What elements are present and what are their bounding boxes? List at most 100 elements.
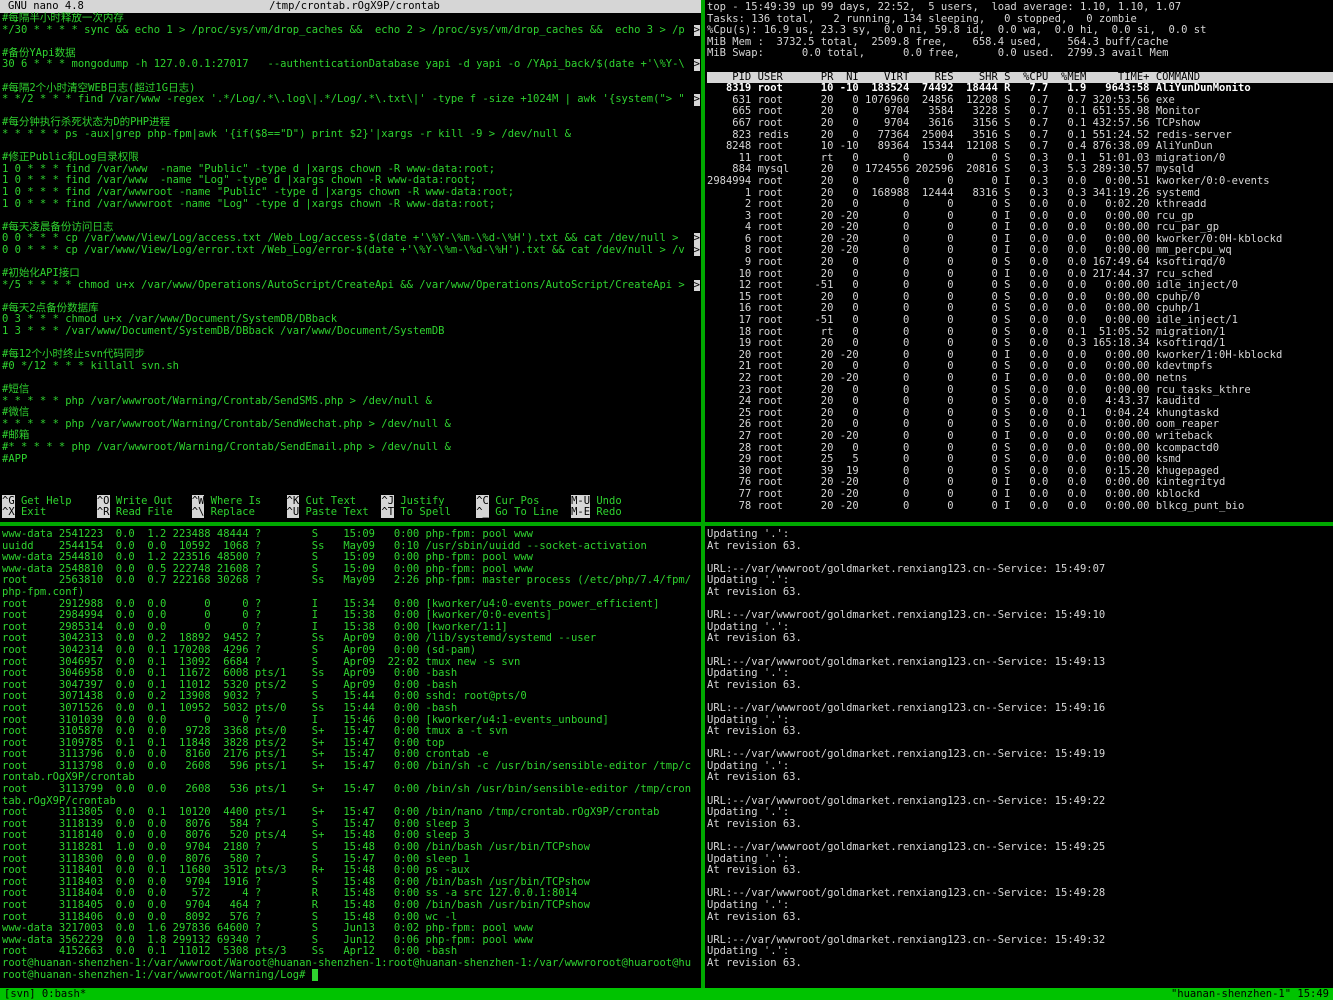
line-continuation-marker: > [694, 245, 700, 257]
nano-titlebar-spacer [440, 0, 701, 13]
terminal-line: 1 0 * * * find /var/wwwroot -name "Log" … [2, 199, 701, 211]
text-segment: Replace [204, 506, 286, 518]
nano-key-replace: ^\ [192, 506, 205, 518]
terminal-line [2, 36, 701, 48]
nano-key-redo: M-E [571, 506, 590, 518]
tmux-status-bar: [svn] 0:bash* "huanan-shenzhen-1" 15:49 [0, 988, 1333, 1000]
text-segment: Write Out [110, 495, 192, 507]
terminal-line: URL:--/var/wwwroot/goldmarket.renxiang12… [707, 657, 1333, 669]
nano-key-read-file: ^R [97, 506, 110, 518]
terminal-line: Updating '.': [707, 900, 1333, 912]
terminal-line: At revision 63. [707, 912, 1333, 924]
tmux-horizontal-pane-border[interactable] [0, 522, 1333, 526]
nano-key-cut-text: ^K [287, 495, 300, 507]
nano-shortcut-bar[interactable]: ^G Get Help ^O Write Out ^W Where Is ^K … [2, 496, 701, 519]
terminal-line: ^X Exit ^R Read File ^\ Replace ^U Paste… [2, 507, 701, 519]
text-segment: To Spell [394, 506, 476, 518]
terminal-line: Updating '.': [707, 668, 1333, 680]
nano-key-to-spell: ^T [381, 506, 394, 518]
block-cursor [312, 969, 318, 981]
line-continuation-marker: > [694, 59, 700, 71]
terminal-line: 1 0 * * * find /var/wwwroot -name "Publi… [2, 187, 701, 199]
text-segment: */30 * * * * sync && echo 1 > /proc/sys/… [2, 24, 685, 36]
svn-update-log-pane[interactable]: Updating '.':At revision 63.URL:--/var/w… [707, 529, 1333, 987]
nano-key-justify: ^J [381, 495, 394, 507]
top-process-monitor-pane[interactable]: top - 15:49:39 up 99 days, 22:52, 5 user… [707, 2, 1333, 522]
text-segment: * */2 * * * find /var/www -regex '.*/Log… [2, 93, 685, 105]
nano-key-get-help: ^G [2, 495, 15, 507]
nano-key-write-out: ^O [97, 495, 110, 507]
terminal-line: #* * * * * php /var/wwwroot/Warning/Cron… [2, 442, 701, 454]
terminal-line: URL:--/var/wwwroot/goldmarket.renxiang12… [707, 842, 1333, 854]
terminal-line: URL:--/var/wwwroot/goldmarket.renxiang12… [707, 935, 1333, 947]
text-segment: Get Help [15, 495, 97, 507]
text-segment: Exit [15, 506, 97, 518]
terminal-line: Updating '.': [707, 529, 1333, 541]
terminal-line: At revision 63. [707, 865, 1333, 877]
nano-key-undo: M-U [571, 495, 590, 507]
terminal-line: At revision 63. [707, 772, 1333, 784]
terminal-line: root 3118281 1.0 0.0 9704 2180 ? S 15:48… [2, 842, 701, 854]
nano-buffer[interactable]: #每隔半小时释放一次内存*/30 * * * * sync && echo 1 … [2, 13, 701, 465]
tmux-screen: GNU nano 4.8 /tmp/crontab.rOgX9P/crontab… [0, 0, 1333, 1000]
terminal-line: * */2 * * * find /var/www -regex '.*/Log… [2, 94, 701, 106]
text-segment: Paste Text [299, 506, 381, 518]
terminal-line: URL:--/var/wwwroot/goldmarket.renxiang12… [707, 610, 1333, 622]
terminal-line [707, 645, 1333, 657]
terminal-line: root 2984994 0.0 0.0 0 0 ? I 15:38 0:00 … [2, 610, 701, 622]
terminal-line: At revision 63. [707, 680, 1333, 692]
terminal-line: At revision 63. [707, 958, 1333, 970]
terminal-line: 27 root 20 -20 0 0 0 I 0.0 0.0 0:00.00 w… [707, 431, 1333, 443]
terminal-line [2, 372, 701, 384]
nano-filename: /tmp/crontab.rOgX9P/crontab [269, 0, 440, 13]
terminal-line: * * * * * ps -aux|grep php-fpm|awk '{if(… [2, 129, 701, 141]
terminal-line: root@huanan-shenzhen-1:/var/wwwroot/Warn… [2, 970, 701, 982]
terminal-line: 29 root 25 5 0 0 0 S 0.0 0.0 0:00.00 ksm… [707, 454, 1333, 466]
terminal-line: At revision 63. [707, 541, 1333, 553]
nano-editor-pane[interactable]: GNU nano 4.8 /tmp/crontab.rOgX9P/crontab… [0, 0, 701, 521]
terminal-line [707, 60, 1333, 72]
terminal-line: 667 root 20 0 9704 3616 3156 S 0.7 0.1 4… [707, 118, 1333, 130]
terminal-line: root 3105870 0.0 0.0 9728 3368 pts/0 S+ … [2, 726, 701, 738]
tmux-hostname-clock: "huanan-shenzhen-1" 15:49 [1171, 988, 1329, 1000]
terminal-line: root 3118405 0.0 0.0 9704 464 ? R 15:48 … [2, 900, 701, 912]
terminal-line: 2984994 root 20 0 0 0 0 I 0.3 0.0 0:00.5… [707, 176, 1333, 188]
terminal-line [707, 784, 1333, 796]
text-segment: Cut Text [299, 495, 381, 507]
nano-key-cur-pos: ^C [476, 495, 489, 507]
nano-key-paste-text: ^U [287, 506, 300, 518]
tmux-vertical-pane-border[interactable] [701, 0, 705, 988]
text-segment: 0 0 * * * cp /var/www/View/Log/access.tx… [2, 232, 685, 244]
terminal-line: At revision 63. [707, 587, 1333, 599]
tmux-session-window-label[interactable]: [svn] 0:bash* [4, 988, 86, 1000]
terminal-line: root 3071526 0.0 0.1 10952 5032 pts/0 Ss… [2, 703, 701, 715]
terminal-line [2, 71, 701, 83]
terminal-line: #0 */12 * * * killall svn.sh [2, 361, 701, 373]
text-segment: Justify [394, 495, 476, 507]
terminal-line: 77 root 20 -20 0 0 0 I 0.0 0.0 0:00.00 k… [707, 489, 1333, 501]
terminal-line: * * * * * php /var/wwwroot/Warning/Cront… [2, 419, 701, 431]
terminal-line: #短信 [2, 384, 701, 396]
terminal-line: At revision 63. [707, 633, 1333, 645]
terminal-line: URL:--/var/wwwroot/goldmarket.renxiang12… [707, 796, 1333, 808]
terminal-line [2, 210, 701, 222]
terminal-line: 8319 root 10 -10 183524 74492 18444 R 7.… [707, 83, 1333, 95]
text-segment: Go To Line [489, 506, 571, 518]
terminal-line [2, 291, 701, 303]
line-continuation-marker: > [694, 25, 700, 37]
terminal-line: URL:--/var/wwwroot/goldmarket.renxiang12… [707, 888, 1333, 900]
terminal-line: #修正Public和Log目录权限 [2, 152, 701, 164]
shell-ps-output-pane[interactable]: www-data 2541223 0.0 1.2 223488 48444 ? … [2, 529, 701, 987]
terminal-line: At revision 63. [707, 819, 1333, 831]
terminal-line: URL:--/var/wwwroot/goldmarket.renxiang12… [707, 703, 1333, 715]
terminal-line: 22 root 20 -20 0 0 0 I 0.0 0.0 0:00.00 n… [707, 373, 1333, 385]
terminal-line: 0 0 * * * cp /var/www/View/Log/error.txt… [2, 245, 701, 257]
terminal-line: #APP [2, 454, 701, 466]
text-segment: root@huanan-shenzhen-1:/var/wwwroot/Warn… [2, 969, 312, 981]
terminal-line: www-data 2541223 0.0 1.2 223488 48444 ? … [2, 529, 701, 541]
terminal-line: 78 root 20 -20 0 0 0 I 0.0 0.0 0:00.00 b… [707, 501, 1333, 513]
terminal-line: 1 3 * * * /var/www/Document/SystemDB/DBb… [2, 326, 701, 338]
terminal-line: 30 6 * * * mongodump -h 127.0.0.1:27017 … [2, 59, 701, 71]
text-segment: 30 6 * * * mongodump -h 127.0.0.1:27017 … [2, 58, 685, 70]
terminal-line: php-fpm.conf) [2, 587, 701, 599]
